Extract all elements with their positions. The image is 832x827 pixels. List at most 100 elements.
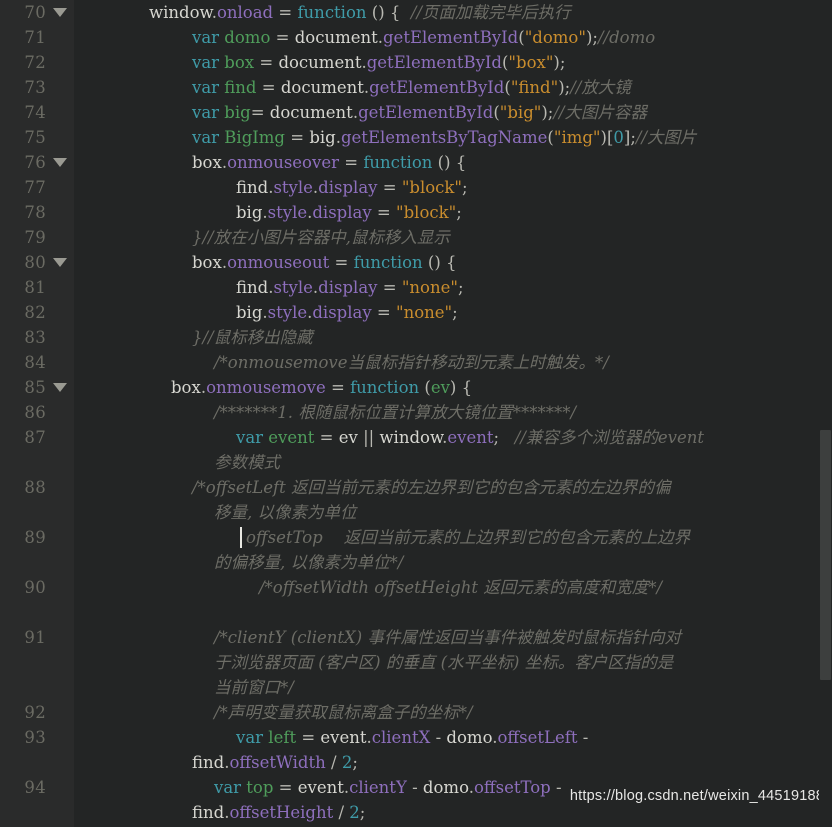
code-token: //domo (597, 28, 656, 47)
code-token: big (236, 203, 263, 222)
code-line[interactable]: var box = document.getElementById("box")… (192, 50, 565, 75)
code-token: 于浏览器页面 (客户区) 的垂直 (水平坐标) 坐标。客户区指的是 (214, 653, 674, 672)
code-token: "img" (553, 128, 601, 147)
code-token: ; (359, 803, 366, 822)
code-line[interactable]: /*clientY (clientX) 事件属性返回当事件被触发时鼠标指针向对 (214, 625, 681, 650)
line-number: 71 (24, 28, 46, 47)
code-token: "block" (401, 178, 463, 197)
code-line[interactable]: /*onmousemove当鼠标指针移动到元素上时触发。*/ (214, 350, 609, 375)
code-token: onmouseout (227, 253, 330, 272)
code-token: ); (541, 103, 554, 122)
code-token: || (357, 428, 380, 447)
code-line[interactable]: box.onmouseout = function () { (192, 250, 457, 275)
code-fold-triangle-icon[interactable] (53, 258, 67, 267)
code-token: / (333, 803, 350, 822)
code-token: offsetWidth (229, 753, 326, 772)
code-token: getElementById (358, 103, 494, 122)
code-token: domo (422, 778, 469, 797)
code-token: document (269, 103, 353, 122)
code-token: //放大镜 (570, 78, 631, 97)
code-token: //大图片容器 (553, 103, 647, 122)
code-line[interactable]: var BigImg = big.getElementsByTagName("i… (192, 125, 697, 150)
code-line[interactable]: find.style.display = "block"; (236, 175, 468, 200)
code-line[interactable]: window.onload = function () { //页面加载完毕后执… (149, 0, 571, 25)
code-token: /*offsetLeft 返回当前元素的左边界到它的包含元素的左边界的偏 (192, 478, 671, 497)
code-token: getElementById (369, 78, 505, 97)
line-number: 78 (24, 203, 46, 222)
code-token: //鼠标移出隐藏 (202, 328, 313, 347)
code-line[interactable]: }//鼠标移出隐藏 (192, 325, 313, 350)
code-line[interactable]: box.onmousemove = function (ev) { (171, 375, 472, 400)
code-line[interactable]: var event = ev || window.event; //兼容多个浏览… (236, 425, 704, 450)
code-fold-triangle-icon[interactable] (53, 383, 67, 392)
code-line[interactable]: var left = event.clientX - domo.offsetLe… (236, 725, 588, 750)
code-token: - (550, 778, 562, 797)
code-line[interactable]: 移量, 以像素为单位 (214, 500, 357, 525)
code-token: = (371, 303, 397, 322)
code-token: ); (558, 78, 571, 97)
vertical-scrollbar-thumb[interactable] (820, 430, 831, 680)
code-token: window (379, 428, 443, 447)
code-line[interactable]: 于浏览器页面 (客户区) 的垂直 (水平坐标) 坐标。客户区指的是 (214, 650, 673, 675)
code-token: = (314, 428, 339, 447)
code-line[interactable]: box.onmouseover = function () { (192, 150, 466, 175)
code-token: offsetTop 返回当前元素的上边界到它的包含元素的上边界 (246, 528, 691, 547)
code-line[interactable]: find.offsetWidth / 2; (192, 750, 358, 775)
code-token: function (297, 3, 367, 22)
code-token: domo (224, 28, 271, 47)
code-token: = (296, 728, 321, 747)
code-token: ; (352, 753, 358, 772)
code-token: document (294, 28, 378, 47)
code-line[interactable]: var domo = document.getElementById("domo… (192, 25, 655, 50)
line-number: 94 (24, 778, 46, 797)
code-line[interactable]: /*声明变量获取鼠标离盒子的坐标*/ (214, 700, 473, 725)
code-line[interactable]: var top = event.clientY - domo.offsetTop… (214, 775, 562, 800)
code-token: "block" (396, 203, 457, 222)
code-token: offsetHeight (229, 803, 334, 822)
code-line[interactable]: 的偏移量, 以像素为单位*/ (214, 550, 403, 575)
code-line[interactable]: var big= document.getElementById("big");… (192, 100, 647, 125)
code-line[interactable]: /*offsetLeft 返回当前元素的左边界到它的包含元素的左边界的偏 (192, 475, 671, 500)
code-token: ; (457, 278, 464, 297)
line-number: 81 (24, 278, 46, 297)
line-number: 77 (24, 178, 46, 197)
code-line[interactable]: }//放在小图片容器中,鼠标移入显示 (192, 225, 450, 250)
line-number: 75 (24, 128, 46, 147)
code-token: offsetTop (473, 778, 551, 797)
code-token: = (273, 3, 298, 22)
code-token: document (278, 53, 362, 72)
code-token: //大图片 (635, 128, 697, 147)
code-token: find (236, 278, 269, 297)
vertical-scrollbar-track[interactable] (819, 0, 832, 827)
code-token: onload (216, 3, 274, 22)
code-line[interactable]: big.style.display = "none"; (236, 300, 458, 325)
code-token: document (280, 78, 364, 97)
code-token: = (371, 203, 397, 222)
code-token: () { (366, 3, 411, 22)
code-line[interactable]: offsetTop 返回当前元素的上边界到它的包含元素的上边界 (246, 525, 690, 550)
code-token: clientY (349, 778, 407, 797)
code-line[interactable]: find.offsetHeight / 2; (192, 800, 365, 825)
code-token: "big" (499, 103, 542, 122)
line-number: 89 (24, 528, 46, 547)
line-number: 90 (24, 578, 46, 597)
code-fold-triangle-icon[interactable] (53, 8, 67, 17)
code-token: var (192, 28, 220, 47)
code-token: //兼容多个浏览器的event (514, 428, 705, 447)
code-line[interactable]: /*offsetWidth offsetHeight 返回元素的高度和宽度*/ (259, 575, 662, 600)
code-token: ]; (623, 128, 636, 147)
code-token: () { (432, 153, 467, 172)
code-token: display (312, 303, 372, 322)
code-line[interactable]: big.style.display = "block"; (236, 200, 462, 225)
code-token: 2 (349, 803, 360, 822)
code-line[interactable]: find.style.display = "none"; (236, 275, 464, 300)
code-token: } (192, 228, 203, 247)
code-content-area[interactable]: window.onload = function () { //页面加载完毕后执… (74, 0, 832, 827)
code-token: style (273, 278, 313, 297)
code-line[interactable]: var find = document.getElementById("find… (192, 75, 631, 100)
code-line[interactable]: 当前窗口*/ (214, 675, 294, 700)
code-fold-triangle-icon[interactable] (53, 158, 67, 167)
code-line[interactable]: /*******1. 根随鼠标位置计算放大镜位置*******/ (214, 400, 576, 425)
code-line[interactable]: 参数模式 (214, 450, 280, 475)
code-editor[interactable]: 70 71 72 73 74 75 76 77 78 79 80 81 82 83 84 85 86 87 88 89… (0, 0, 832, 827)
